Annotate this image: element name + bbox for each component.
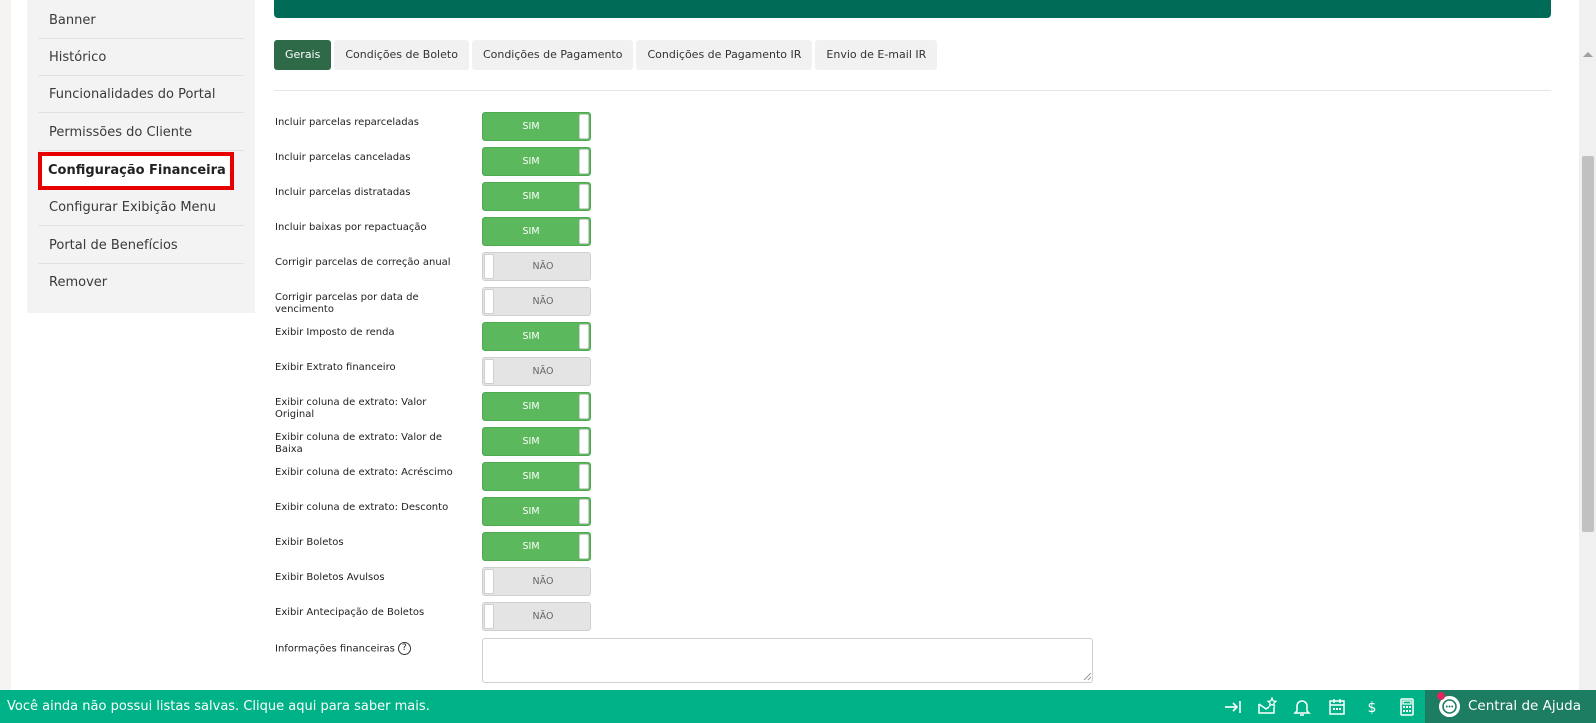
- setting-label: Exibir coluna de extrato: Valor de Baixa: [275, 432, 443, 455]
- help-center-button[interactable]: Central de Ajuda: [1425, 690, 1596, 723]
- toggle-knob: [579, 499, 589, 524]
- setting-label: Exibir Imposto de renda: [275, 327, 395, 338]
- toggle-state: SIM: [522, 506, 540, 517]
- setting-label: Incluir parcelas canceladas: [275, 152, 411, 163]
- setting-toggle[interactable]: SIM: [482, 497, 591, 526]
- toggle-knob: [579, 114, 589, 139]
- setting-label: Corrigir parcelas de correção anual: [275, 257, 451, 268]
- toggle-state: NÃO: [532, 296, 554, 307]
- bottom-bar: Você ainda não possui listas salvas. Cli…: [0, 690, 1596, 723]
- settings-tabs: Gerais Condições de Boleto Condições de …: [274, 40, 938, 70]
- toggle-state: SIM: [522, 401, 540, 412]
- toggle-knob: [579, 464, 589, 489]
- scroll-up-icon[interactable]: [1583, 52, 1593, 57]
- toggle-state: NÃO: [532, 261, 554, 272]
- toggle-state: SIM: [522, 436, 540, 447]
- toggle-state: SIM: [522, 541, 540, 552]
- toggle-knob: [484, 569, 494, 594]
- notification-dot: [1437, 692, 1445, 700]
- financial-info-textarea[interactable]: [482, 638, 1093, 683]
- setting-toggle[interactable]: SIM: [482, 322, 591, 351]
- toggle-knob: [579, 219, 589, 244]
- setting-toggle[interactable]: NÃO: [482, 567, 591, 596]
- setting-label: Exibir Boletos: [275, 537, 344, 548]
- setting-toggle[interactable]: SIM: [482, 112, 591, 141]
- setting-label: Exibir Boletos Avulsos: [275, 572, 385, 583]
- calendar-icon[interactable]: [1327, 697, 1347, 717]
- saved-lists-message[interactable]: Você ainda não possui listas salvas. Cli…: [7, 690, 430, 723]
- toggle-knob: [484, 604, 494, 629]
- toggle-state: SIM: [522, 156, 540, 167]
- help-icon[interactable]: ?: [397, 642, 411, 655]
- setting-toggle[interactable]: NÃO: [482, 287, 591, 316]
- setting-toggle[interactable]: NÃO: [482, 602, 591, 631]
- toggle-state: SIM: [522, 191, 540, 202]
- toggle-knob: [579, 534, 589, 559]
- setting-label: Incluir parcelas reparceladas: [275, 117, 419, 128]
- header-bar: [274, 0, 1551, 18]
- setting-toggle[interactable]: SIM: [482, 392, 591, 421]
- sidebar-item-remover[interactable]: Remover: [38, 264, 244, 301]
- setting-label: Exibir coluna de extrato: Acréscimo: [275, 467, 453, 478]
- financial-info-label: Informações financeiras: [275, 643, 395, 655]
- setting-label: Incluir baixas por repactuação: [275, 222, 427, 233]
- setting-toggle[interactable]: SIM: [482, 462, 591, 491]
- toggle-knob: [579, 184, 589, 209]
- setting-label: Exibir coluna de extrato: Desconto: [275, 502, 449, 513]
- toggle-knob: [579, 324, 589, 349]
- financial-info-label-row: Informações financeiras?: [275, 642, 465, 656]
- setting-label: Corrigir parcelas por data de vencimento: [275, 292, 419, 315]
- setting-label: Exibir Antecipação de Boletos: [275, 607, 425, 618]
- toggle-knob: [579, 429, 589, 454]
- toggle-state: SIM: [522, 121, 540, 132]
- sidebar-item-portal-beneficios[interactable]: Portal de Benefícios: [38, 227, 244, 264]
- setting-label: Exibir Extrato financeiro: [275, 362, 396, 373]
- collapse-panel-icon[interactable]: [1223, 697, 1243, 717]
- tabs-divider: [274, 90, 1551, 91]
- sidebar-item-funcionalidades[interactable]: Funcionalidades do Portal: [38, 76, 244, 113]
- toggle-knob: [579, 149, 589, 174]
- svg-text:$: $: [1368, 700, 1377, 716]
- favorite-mail-icon[interactable]: [1257, 697, 1277, 717]
- toggle-knob: [484, 254, 494, 279]
- setting-toggle[interactable]: NÃO: [482, 252, 591, 281]
- toggle-state: SIM: [522, 226, 540, 237]
- sidebar-item-permissoes[interactable]: Permissões do Cliente: [38, 114, 244, 151]
- tab-condicoes-boleto[interactable]: Condições de Boleto: [334, 40, 469, 70]
- toggle-state: NÃO: [532, 611, 554, 622]
- sidebar-item-configuracao-financeira[interactable]: Configuração Financeira: [38, 152, 234, 190]
- bell-icon[interactable]: [1292, 697, 1312, 717]
- setting-toggle[interactable]: SIM: [482, 147, 591, 176]
- setting-label: Exibir coluna de extrato: Valor Original: [275, 397, 427, 420]
- toggle-state: NÃO: [532, 366, 554, 377]
- calculator-icon[interactable]: [1397, 697, 1417, 717]
- setting-toggle[interactable]: NÃO: [482, 357, 591, 386]
- setting-toggle[interactable]: SIM: [482, 427, 591, 456]
- dollar-icon[interactable]: $: [1362, 697, 1382, 717]
- sidebar-item-configurar-menu[interactable]: Configurar Exibição Menu: [38, 189, 244, 226]
- resize-grip-icon[interactable]: [1083, 672, 1092, 681]
- scrollbar-thumb[interactable]: [1582, 156, 1594, 532]
- sidebar-item-banner[interactable]: Banner: [38, 2, 244, 39]
- toggle-knob: [484, 289, 494, 314]
- setting-label: Incluir parcelas distratadas: [275, 187, 411, 198]
- toggle-state: SIM: [522, 331, 540, 342]
- setting-toggle[interactable]: SIM: [482, 182, 591, 211]
- settings-sidebar: Banner Histórico Funcionalidades do Port…: [27, 0, 255, 313]
- setting-toggle[interactable]: SIM: [482, 217, 591, 246]
- toggle-state: SIM: [522, 471, 540, 482]
- tab-gerais[interactable]: Gerais: [274, 40, 332, 70]
- setting-toggle[interactable]: SIM: [482, 532, 591, 561]
- help-center-label: Central de Ajuda: [1468, 698, 1581, 714]
- tab-condicoes-pagamento-ir[interactable]: Condições de Pagamento IR: [636, 40, 813, 70]
- tab-envio-email-ir[interactable]: Envio de E-mail IR: [815, 40, 938, 70]
- toggle-state: NÃO: [532, 576, 554, 587]
- toggle-knob: [484, 359, 494, 384]
- toggle-knob: [579, 394, 589, 419]
- tab-condicoes-pagamento[interactable]: Condições de Pagamento: [471, 40, 634, 70]
- sidebar-item-historico[interactable]: Histórico: [38, 39, 244, 76]
